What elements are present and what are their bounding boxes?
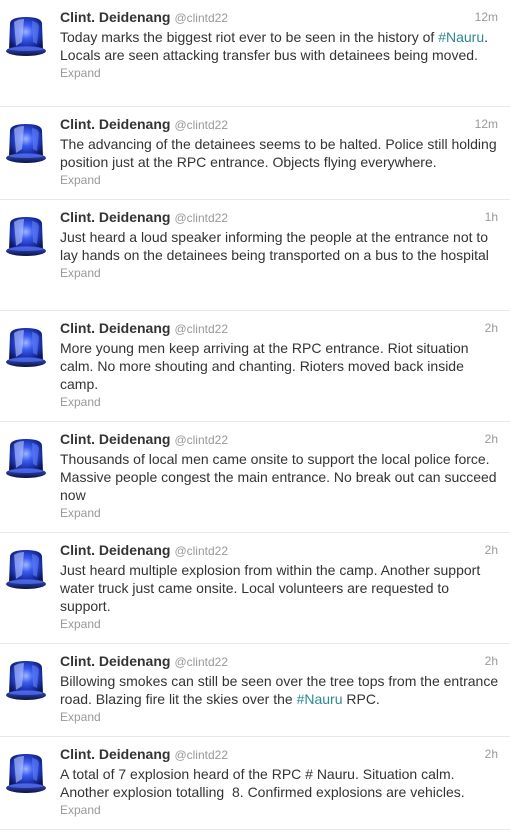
avatar[interactable] [2,749,50,797]
tweet-item[interactable]: Clint. Deidenang @clintd22 2h Thousands o… [0,422,510,533]
user-handle[interactable]: @clintd22 [174,748,228,762]
user-handle[interactable]: @clintd22 [174,211,228,225]
tweet-text: Just heard multiple explosion from withi… [60,562,481,614]
tweet-timestamp[interactable]: 2h [485,432,498,446]
user-name[interactable]: Clint. Deidenang [60,209,170,225]
tweet-timestamp[interactable]: 12m [475,117,498,131]
user-name[interactable]: Clint. Deidenang [60,320,170,336]
tweet-text: Today marks the biggest riot ever to be … [60,28,500,64]
expand-link[interactable]: Expand [60,66,498,84]
tweet-text-part: Billowing smokes can still be seen over … [60,673,499,707]
user-name[interactable]: Clint. Deidenang [60,431,170,447]
avatar[interactable] [2,434,50,482]
tweet-timestamp[interactable]: 12m [475,10,498,24]
avatar[interactable] [2,12,50,60]
tweet-item[interactable]: Clint. Deidenang @clintd22 2h Billowing s… [0,644,510,737]
tweet-item[interactable]: Clint. Deidenang @clintd22 12m Today mark… [0,0,510,107]
user-handle[interactable]: @clintd22 [174,544,228,558]
hashtag-link[interactable]: #Nauru [297,691,343,707]
avatar[interactable] [2,119,50,167]
tweet-header: Clint. Deidenang @clintd22 2h [60,653,498,671]
tweet-text: Billowing smokes can still be seen over … [60,672,500,708]
tweet-timestamp[interactable]: 2h [485,543,498,557]
expand-link[interactable]: Expand [60,506,498,524]
tweet-text: A total of 7 explosion heard of the RPC … [60,766,465,800]
tweet-item[interactable]: Clint. Deidenang @clintd22 2h Just heard … [0,533,510,644]
tweet-text: The advancing of the detainees seems to … [60,136,497,170]
expand-link[interactable]: Expand [60,173,498,191]
expand-link[interactable]: Expand [60,266,498,284]
tweet-item[interactable]: Clint. Deidenang @clintd22 2h More young … [0,311,510,422]
tweet-timestamp[interactable]: 1h [485,210,498,224]
blue-siren-icon [2,749,50,797]
tweet-text: Thousands of local men came onsite to su… [60,451,497,503]
expand-link[interactable]: Expand [60,395,498,413]
tweet-header: Clint. Deidenang @clintd22 2h [60,542,498,560]
tweet-item[interactable]: Clint. Deidenang @clintd22 2h A total of … [0,737,510,830]
tweet-text-part: Today marks the biggest riot ever to be … [60,29,439,45]
user-handle[interactable]: @clintd22 [174,118,228,132]
tweet-text: Just heard a loud speaker informing the … [60,229,489,263]
user-name[interactable]: Clint. Deidenang [60,653,170,669]
tweet-text: More young men keep arriving at the RPC … [60,340,469,392]
tweet-header: Clint. Deidenang @clintd22 1h [60,209,498,227]
user-name[interactable]: Clint. Deidenang [60,746,170,762]
tweet-feed: Clint. Deidenang @clintd22 12m Today mark… [0,0,510,830]
avatar[interactable] [2,545,50,593]
tweet-header: Clint. Deidenang @clintd22 12m [60,9,498,27]
user-handle[interactable]: @clintd22 [174,433,228,447]
tweet-item[interactable]: Clint. Deidenang @clintd22 12m The advanc… [0,107,510,200]
tweet-header: Clint. Deidenang @clintd22 2h [60,431,498,449]
blue-siren-icon [2,434,50,482]
user-handle[interactable]: @clintd22 [174,655,228,669]
tweet-item[interactable]: Clint. Deidenang @clintd22 1h Just heard … [0,200,510,311]
avatar[interactable] [2,323,50,371]
blue-siren-icon [2,119,50,167]
expand-link[interactable]: Expand [60,803,498,821]
tweet-timestamp[interactable]: 2h [485,747,498,761]
tweet-text-part: RPC. [342,691,380,707]
blue-siren-icon [2,212,50,260]
hashtag-link[interactable]: #Nauru [438,29,484,45]
blue-siren-icon [2,656,50,704]
expand-link[interactable]: Expand [60,617,498,635]
user-name[interactable]: Clint. Deidenang [60,542,170,558]
expand-link[interactable]: Expand [60,710,498,728]
avatar[interactable] [2,656,50,704]
user-name[interactable]: Clint. Deidenang [60,116,170,132]
user-handle[interactable]: @clintd22 [174,11,228,25]
avatar[interactable] [2,212,50,260]
tweet-timestamp[interactable]: 2h [485,321,498,335]
blue-siren-icon [2,545,50,593]
tweet-header: Clint. Deidenang @clintd22 2h [60,320,498,338]
tweet-header: Clint. Deidenang @clintd22 2h [60,746,498,764]
tweet-timestamp[interactable]: 2h [485,654,498,668]
user-name[interactable]: Clint. Deidenang [60,9,170,25]
blue-siren-icon [2,12,50,60]
blue-siren-icon [2,323,50,371]
tweet-header: Clint. Deidenang @clintd22 12m [60,116,498,134]
user-handle[interactable]: @clintd22 [174,322,228,336]
